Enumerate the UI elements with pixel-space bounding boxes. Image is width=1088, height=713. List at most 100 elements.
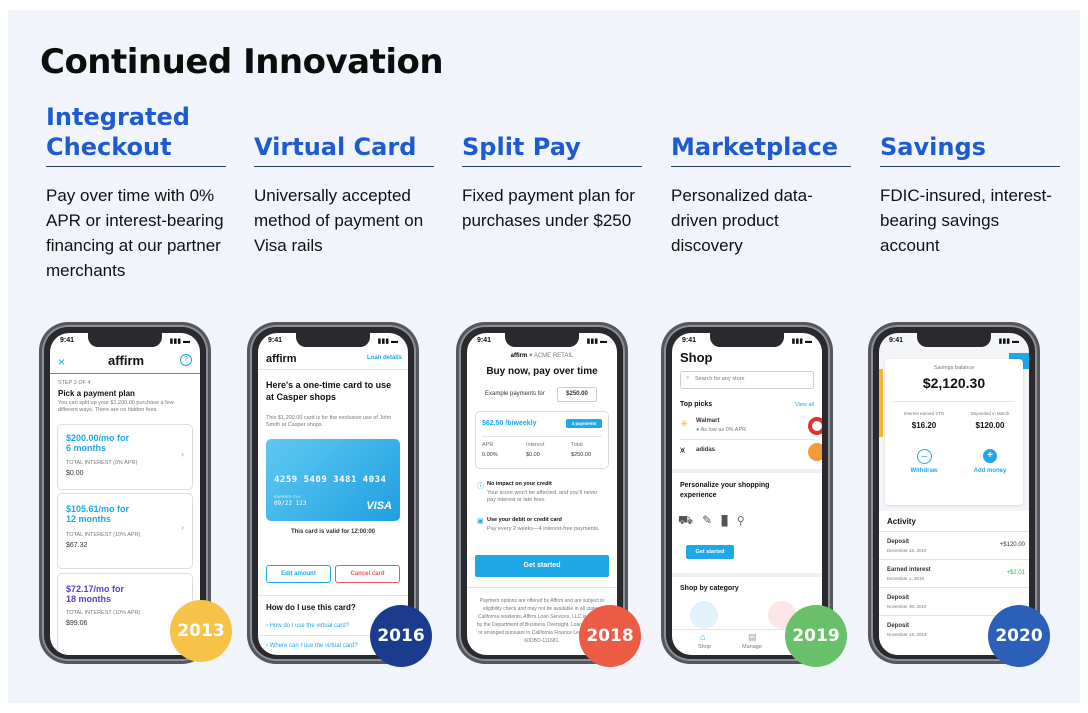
accent-bar — [879, 369, 883, 437]
plan-interest-value: $99.06 — [66, 620, 88, 627]
section-title: Shop by category — [680, 585, 739, 592]
activity-amount: +$2.01 — [1006, 570, 1025, 576]
card-exp-label: EXPIRES CVV — [274, 494, 301, 499]
virtual-card[interactable]: 4259 5409 3481 4034 EXPIRES CVV 09/22 12… — [266, 439, 400, 521]
section-title: Top picks — [680, 401, 713, 408]
screen-subtext: You can split up your $1,200.00 purchase… — [58, 400, 174, 413]
apr-value: 0.00% — [482, 452, 498, 458]
manage-tab-icon[interactable]: ▤ — [748, 632, 757, 643]
interest-label: Interest — [526, 442, 545, 448]
activity-title: Deposit — [887, 623, 910, 629]
search-placeholder: Search for any store — [695, 376, 745, 382]
add-icon[interactable]: + — [983, 449, 997, 463]
card-number: 4259 5409 3481 4034 — [274, 475, 387, 485]
partner-logo: ACME RETAIL — [533, 353, 574, 359]
store-logo-icon — [808, 443, 822, 461]
store-name[interactable]: Walmart — [696, 418, 719, 424]
info-title: No impact on your credit — [487, 481, 552, 487]
column-description: Fixed payment plan for purchases under $… — [462, 186, 635, 230]
withdraw-button[interactable]: Withdraw — [903, 468, 945, 474]
step-label: STEP 2 OF 4 — [58, 380, 91, 386]
year-badge: 2020 — [988, 605, 1050, 667]
faq-item-label: How do I use the virtual card? — [269, 623, 350, 629]
signal-battery-icon: ▮▮▮ ▬ — [169, 338, 190, 345]
signal-battery-icon: ▮▮▮ ▬ — [377, 338, 398, 345]
phone-notch — [296, 333, 370, 347]
divider — [879, 559, 1029, 560]
close-icon[interactable]: × — [58, 355, 65, 369]
signal-battery-icon: ▮▮▮ ▬ — [998, 338, 1019, 345]
section-title: Personalize your shopping experience — [680, 482, 770, 499]
get-started-button[interactable]: Get started — [475, 555, 609, 577]
card-exp: 09/22 123 — [274, 500, 307, 507]
payments-pill[interactable]: 4 payments — [566, 419, 602, 428]
edit-amount-button[interactable]: Edit amount — [266, 565, 331, 583]
status-time: 9:41 — [682, 337, 697, 344]
card-icon: ▣ — [477, 518, 484, 525]
search-input[interactable]: ⌕ Search for any store — [680, 371, 814, 389]
store-sub: ● As low as 0% APR — [696, 427, 746, 433]
cancel-card-button[interactable]: Cancel card — [335, 565, 400, 583]
tab-manage[interactable]: Manage — [742, 644, 762, 650]
faq-item[interactable]: › Where can I use the virtual card? — [266, 643, 358, 649]
plan-interest-value: $0.00 — [66, 470, 84, 477]
status-time: 9:41 — [60, 337, 75, 344]
column-title: Split Pay — [462, 104, 642, 167]
info-text: Pay every 2 weeks—4 interest-free paymen… — [487, 526, 600, 532]
divider — [893, 401, 1015, 402]
balance-label: Savings balance — [933, 365, 975, 371]
signal-battery-icon: ▮▮▮ ▬ — [586, 338, 607, 345]
loan-details-link[interactable]: Loan details — [367, 355, 402, 361]
example-label: Example payments for — [485, 391, 545, 397]
faq-item[interactable]: › How do I use the virtual card? — [266, 623, 349, 629]
phone-screen: 9:41 ▮▮▮ ▬ × affirm ? STEP 2 OF 4 Pick a… — [50, 333, 200, 655]
activity-title: Deposit — [887, 595, 910, 601]
column-virtual-card: Virtual Card Universally accepted method… — [254, 104, 434, 258]
shop-tab-icon[interactable]: ⌂ — [700, 632, 705, 642]
category-bubble[interactable] — [690, 601, 718, 629]
phone-notch — [88, 333, 162, 347]
biweekly-amount: $62.50 /biweekly — [482, 420, 537, 427]
example-amount-input[interactable]: $250.00 — [557, 387, 597, 402]
badge-icon: ● — [696, 427, 700, 433]
column-marketplace: Marketplace Personalized data-driven pro… — [671, 104, 851, 258]
phone-screen: 9:41 ▮▮▮ ▬ affirm Loan details Here's a … — [258, 333, 408, 655]
status-time: 9:41 — [889, 337, 904, 344]
divider — [482, 436, 602, 437]
divider — [258, 595, 408, 596]
plan-card[interactable]: $200.00/mo for 6 months TOTAL INTEREST (… — [57, 424, 193, 490]
withdraw-icon[interactable]: – — [917, 449, 932, 464]
info-title: Use your debit or credit card — [487, 517, 562, 523]
get-started-button[interactable]: Get started — [686, 545, 734, 559]
plan-interest-label: TOTAL INTEREST (0% APR) — [66, 460, 138, 466]
status-time: 9:41 — [477, 337, 492, 344]
info-icon: ⓘ — [477, 483, 484, 490]
activity-title: Deposit — [887, 539, 910, 545]
column-title: Integrated Checkout — [46, 103, 226, 167]
search-icon: ⌕ — [686, 375, 690, 381]
chevron-right-icon: › — [181, 522, 184, 532]
activity-date: November 15, 2019 — [887, 632, 927, 637]
screen-heading: Pick a payment plan — [58, 389, 135, 398]
year-badge: 2013 — [170, 600, 232, 662]
year-badge: 2018 — [579, 605, 641, 667]
column-description: FDIC-insured, interest-bearing savings a… — [880, 186, 1052, 255]
activity-amount: +$120.00 — [999, 542, 1025, 548]
store-name[interactable]: adidas — [696, 447, 715, 453]
year-badge: 2016 — [370, 605, 432, 667]
activity-date: November 30, 2019 — [887, 604, 927, 609]
tab-shop[interactable]: Shop — [698, 644, 711, 650]
plan-interest-label: TOTAL INTEREST (10% APR) — [66, 610, 141, 616]
apr-label: APR — [482, 442, 494, 448]
interest-value: $0.00 — [526, 452, 540, 458]
plan-amount: $105.61/mo for 12 months — [66, 504, 130, 524]
deposited-label: Deposited in March — [970, 411, 1010, 416]
view-all-link[interactable]: View all — [795, 402, 814, 408]
plan-card[interactable]: $105.61/mo for 12 months TOTAL INTEREST … — [57, 493, 193, 569]
adidas-icon: ⩙ — [680, 445, 686, 455]
help-icon[interactable]: ? — [180, 354, 192, 366]
phone-screen: 9:41 ▮▮▮ ▬ Shop ⌕ Search for any store T… — [672, 333, 822, 655]
column-description: Personalized data-driven product discove… — [671, 186, 813, 255]
payment-summary-card: $62.50 /biweekly 4 payments APR Interest… — [475, 411, 609, 469]
add-money-button[interactable]: Add money — [969, 468, 1011, 474]
